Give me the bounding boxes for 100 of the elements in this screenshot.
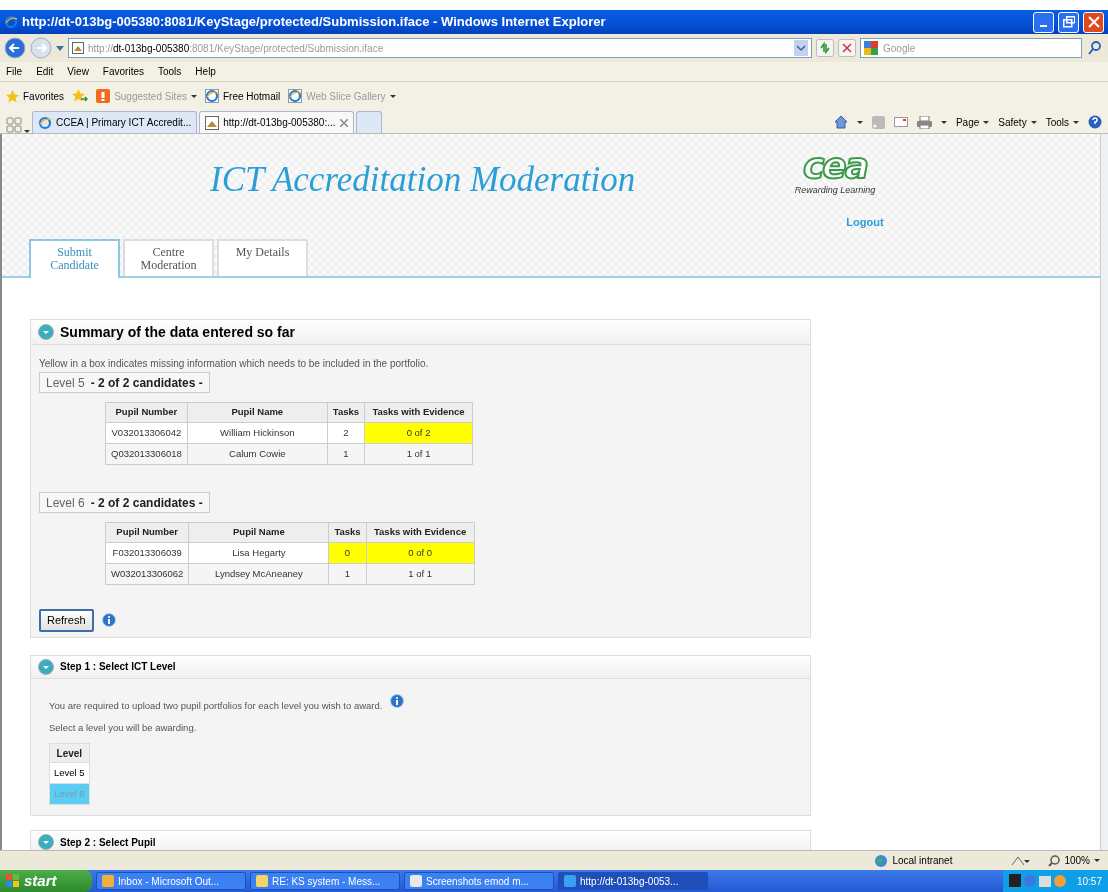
- mail-icon[interactable]: [893, 117, 908, 127]
- table-cell: V032013306042: [105, 422, 188, 444]
- menu-item[interactable]: Tools: [158, 64, 182, 79]
- taskbar-button[interactable]: RE: KS system - Mess...: [250, 872, 400, 890]
- candidate-count: - 2 of 2 candidates -: [90, 494, 203, 512]
- add-favorite-icon[interactable]: [72, 89, 89, 103]
- table-cell: F032013306039: [105, 542, 189, 564]
- table-cell: 1: [328, 563, 367, 585]
- search-field[interactable]: Google: [860, 38, 1082, 58]
- close-icon: [1087, 16, 1100, 28]
- logo: cea: [802, 148, 868, 184]
- command-menu[interactable]: Safety: [998, 114, 1037, 130]
- level-label: Level 5: [46, 374, 85, 392]
- page-icon: [72, 42, 84, 54]
- close-tab-icon[interactable]: [339, 118, 348, 127]
- table-cell: Calum Cowie: [187, 443, 328, 465]
- caret-icon[interactable]: [940, 120, 947, 124]
- taskbar-button[interactable]: http://dt-013bg-0053...: [558, 872, 708, 890]
- caret-icon: [1073, 120, 1079, 124]
- app-icon: [564, 875, 576, 887]
- collapse-icon[interactable]: [38, 658, 54, 675]
- table-cell: 1 of 1: [364, 443, 473, 465]
- caret-icon: [190, 94, 197, 98]
- menu-item[interactable]: Help: [195, 64, 216, 79]
- dropdown-icon[interactable]: [794, 40, 808, 56]
- stop-icon[interactable]: [838, 39, 856, 57]
- column-header: Tasks: [328, 522, 367, 543]
- minimize-icon: [1040, 25, 1047, 27]
- window-title: http://dt-013bg-005380:8081/KeyStage/protected/Submission.iface - Windows Internet Explorer: [22, 13, 607, 32]
- search-provider-icon: [864, 41, 878, 55]
- windows-flag-icon: [6, 874, 20, 888]
- info-icon[interactable]: [390, 693, 405, 708]
- panel-title: Step 1 : Select ICT Level: [60, 660, 176, 674]
- panel-title: Summary of the data entered so far: [60, 322, 295, 342]
- collapse-icon[interactable]: [38, 324, 54, 340]
- caret-icon: [1094, 859, 1100, 862]
- app-icon: [256, 875, 268, 887]
- page-title: ICT Accreditation Moderation: [210, 162, 637, 201]
- column-header: Pupil Number: [105, 402, 188, 423]
- close-button[interactable]: [1083, 11, 1104, 33]
- command-menu[interactable]: Page: [955, 114, 990, 130]
- favorites-link[interactable]: Free Hotmail: [204, 88, 281, 104]
- table-cell: Lyndsey McAneaney: [188, 563, 329, 585]
- column-header: Tasks with Evidence: [364, 402, 473, 423]
- history-dropdown-icon[interactable]: [56, 45, 64, 51]
- minimize-button[interactable]: [1033, 11, 1054, 33]
- table-cell: 1 of 1: [366, 563, 475, 585]
- app-icon: [102, 875, 114, 887]
- restore-button[interactable]: [1058, 11, 1079, 33]
- print-icon[interactable]: [916, 115, 932, 129]
- column-header: Pupil Name: [188, 522, 329, 543]
- level-option[interactable]: Level 5: [49, 762, 90, 784]
- table-cell: W032013306062: [105, 563, 189, 585]
- column-header: Tasks: [327, 402, 365, 423]
- taskbar-button[interactable]: Screenshots emod m...: [404, 872, 554, 890]
- column-header: Pupil Number: [105, 522, 189, 543]
- info-icon[interactable]: [101, 613, 116, 628]
- browser-tab[interactable]: CCEA | Primary ICT Accredit...: [32, 111, 198, 133]
- home-icon[interactable]: [833, 115, 848, 129]
- menu-item[interactable]: File: [6, 64, 23, 79]
- search-icon[interactable]: [1086, 39, 1104, 57]
- level-label: Level 6: [46, 494, 85, 512]
- page-tab[interactable]: Submit Candidate: [29, 239, 120, 278]
- start-button[interactable]: start: [0, 870, 92, 892]
- star-icon: [6, 89, 19, 103]
- candidate-count: - 2 of 2 candidates -: [90, 374, 203, 392]
- prompt-text: Select a level you will be awarding.: [49, 720, 198, 735]
- table-cell: Q032013306018: [105, 443, 188, 465]
- app-icon: [410, 875, 422, 887]
- caret-icon: [1030, 120, 1037, 124]
- menu-item[interactable]: Favorites: [102, 64, 144, 79]
- refresh-button[interactable]: Refresh: [39, 609, 94, 632]
- browser-tab[interactable]: http://dt-013bg-005380:...: [199, 111, 354, 133]
- clock: 10:57: [1076, 874, 1102, 889]
- collapse-icon[interactable]: [38, 834, 54, 850]
- address-field[interactable]: http://dt-013bg-005380:8081/KeyStage/protected/Submission.iface: [68, 38, 812, 58]
- security-zone: Local intranet: [874, 853, 1005, 868]
- column-header: Tasks with Evidence: [366, 522, 475, 543]
- url-text: http://dt-013bg-005380:8081/KeyStage/protected/Submission.iface: [88, 41, 384, 56]
- page-tab[interactable]: Centre Moderation: [123, 239, 214, 276]
- back-button[interactable]: [4, 37, 26, 59]
- instruction-text: You are required to upload two pupil portfolios for each level you wish to award.: [49, 698, 383, 713]
- menu-item[interactable]: View: [67, 64, 89, 79]
- favorites-button[interactable]: Favorites: [6, 88, 65, 104]
- page-tab[interactable]: My Details: [217, 239, 308, 276]
- panel-title: Step 2 : Select Pupil: [60, 835, 156, 850]
- tab-list-icon[interactable]: [24, 130, 30, 133]
- logo-tagline: Rewarding Learning: [794, 184, 876, 197]
- caret-icon: [983, 120, 990, 124]
- refresh-icon[interactable]: [816, 39, 834, 57]
- table-cell: 1: [327, 443, 365, 465]
- restore-icon: [1062, 16, 1075, 28]
- zoom-button[interactable]: 100%: [1048, 853, 1100, 868]
- caret-icon[interactable]: [856, 120, 863, 124]
- caret-icon: [389, 94, 396, 98]
- column-header: Pupil Name: [187, 402, 328, 423]
- taskbar-button[interactable]: Inbox - Microsoft Out...: [96, 872, 246, 890]
- command-menu[interactable]: Tools: [1045, 114, 1079, 130]
- menu-item[interactable]: Edit: [36, 64, 54, 79]
- help-icon[interactable]: [1088, 115, 1102, 129]
